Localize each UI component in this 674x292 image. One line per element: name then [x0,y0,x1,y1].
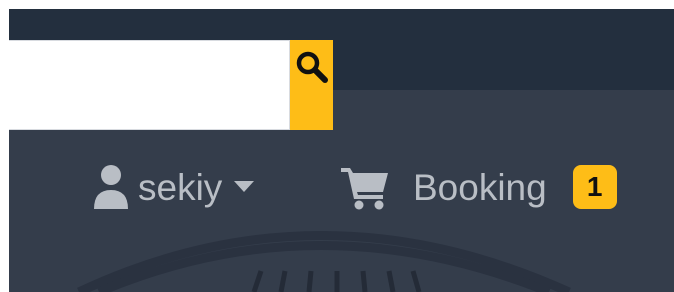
account-menu[interactable]: sekiy [93,163,255,211]
cart-count-badge: 1 [572,165,617,209]
main-nav: sekiy Booking 1 [9,159,674,215]
search-button[interactable] [290,40,333,130]
search-input[interactable] [9,40,290,130]
cart-icon [341,168,388,210]
chevron-down-icon [234,181,255,192]
app-frame: sekiy Booking 1 [9,9,674,292]
cart-link[interactable]: Booking 1 [341,163,617,211]
search-icon [296,51,328,83]
user-icon [94,165,128,209]
cart-label: Booking [413,166,547,208]
account-name: sekiy [138,166,223,208]
